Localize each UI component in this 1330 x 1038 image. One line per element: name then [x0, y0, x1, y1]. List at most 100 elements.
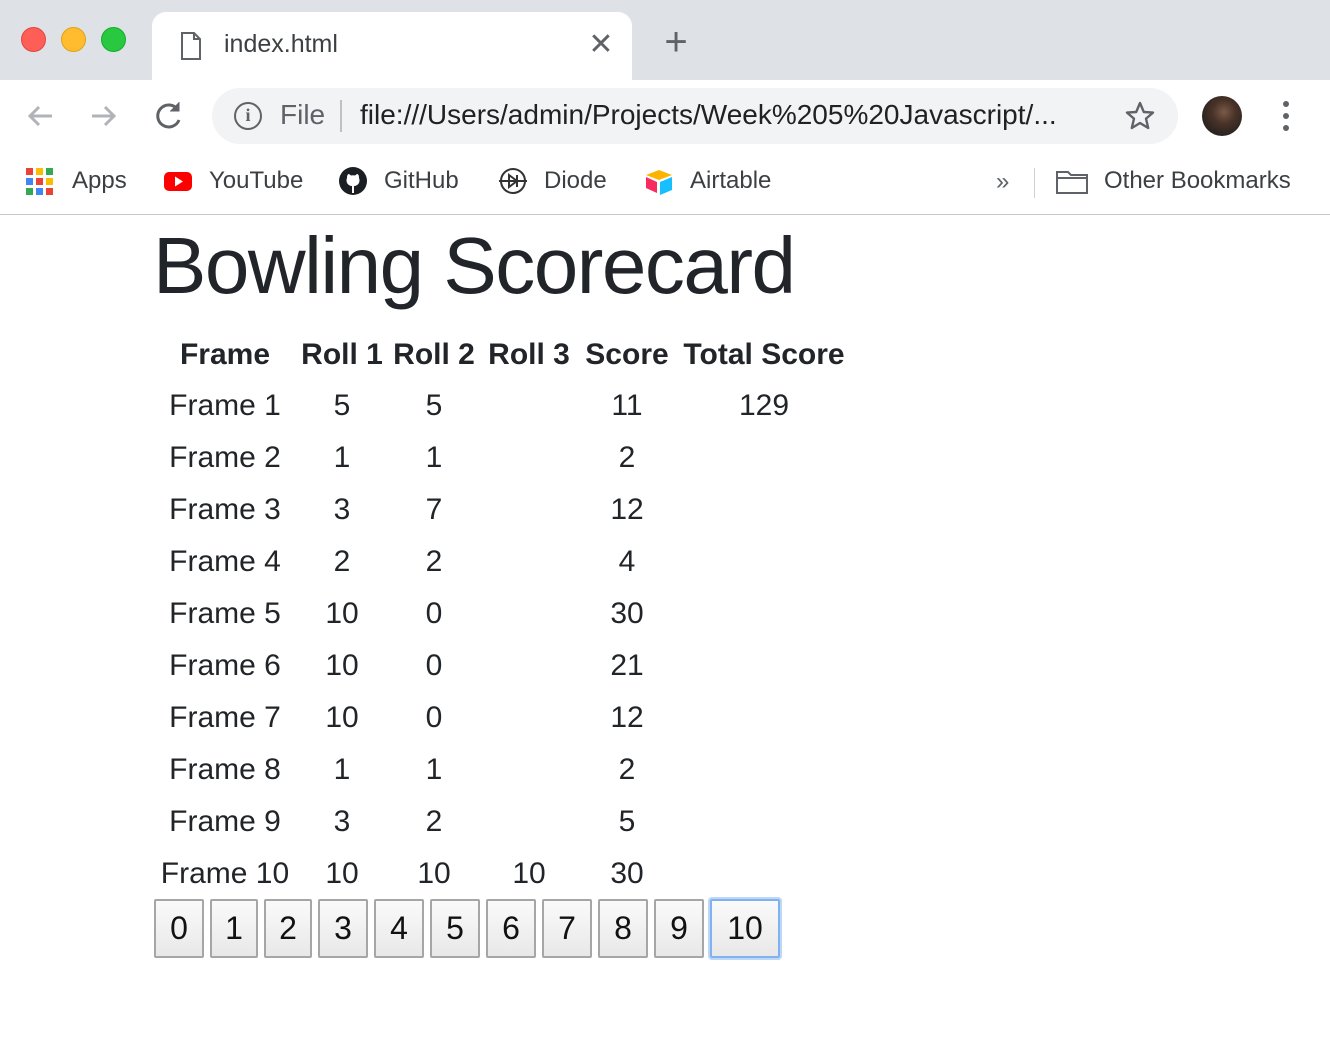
total-score-cell: [676, 432, 852, 484]
bookmark-label: Apps: [72, 167, 127, 194]
frame-cell: Frame 10: [160, 857, 290, 890]
roll-2-cell: 7: [425, 493, 443, 526]
pin-button-3[interactable]: 3: [318, 899, 368, 958]
roll-3-cell: [480, 380, 578, 432]
score-cell: 12: [610, 701, 644, 734]
pin-button-6[interactable]: 6: [486, 899, 536, 958]
bookmark-github[interactable]: GitHub: [338, 164, 459, 198]
info-icon[interactable]: i: [234, 102, 262, 130]
other-bookmarks[interactable]: Other Bookmarks: [1056, 164, 1291, 198]
roll-2-cell: 2: [425, 805, 443, 838]
column-header-roll-3: Roll 3: [488, 338, 570, 371]
bookmark-apps[interactable]: Apps: [26, 164, 127, 198]
frame-cell: Frame 6: [169, 649, 281, 682]
bookmark-youtube[interactable]: YouTube: [163, 164, 303, 198]
frame-cell: Frame 7: [169, 701, 281, 734]
close-tab-icon[interactable]: ✕: [586, 30, 616, 60]
bookmark-diode[interactable]: Diode: [498, 164, 607, 198]
table-row: Frame 9 3 2 5: [154, 796, 852, 848]
pin-button-0[interactable]: 0: [154, 899, 204, 958]
frame-cell: Frame 8: [169, 753, 281, 786]
score-cell: 2: [618, 753, 636, 786]
roll-1-cell: 10: [325, 701, 359, 734]
total-score-cell: [676, 640, 852, 692]
profile-avatar[interactable]: [1202, 96, 1242, 136]
roll-3-cell: [480, 744, 578, 796]
reload-icon[interactable]: [148, 96, 188, 136]
apps-grid-icon: [26, 166, 56, 196]
score-cell: 30: [610, 597, 644, 630]
roll-1-cell: 3: [333, 805, 351, 838]
bookmark-label: Diode: [544, 167, 607, 194]
more-menu-icon[interactable]: [1272, 98, 1300, 134]
column-header-score: Score: [585, 338, 669, 371]
header-row: Frame Roll 1 Roll 2 Roll 3 Score Total Score: [154, 330, 852, 380]
table-row: Frame 3 3 7 12: [154, 484, 852, 536]
roll-3-cell: [480, 588, 578, 640]
pin-button-5[interactable]: 5: [430, 899, 480, 958]
bookmark-star-icon[interactable]: [1124, 100, 1156, 132]
back-arrow-icon[interactable]: [20, 96, 60, 136]
frame-cell: Frame 1: [169, 389, 281, 422]
table-row: Frame 5 10 0 30: [154, 588, 852, 640]
table-row: Frame 8 1 1 2: [154, 744, 852, 796]
tab-index-html[interactable]: index.html ✕: [152, 12, 632, 80]
frame-cell: Frame 5: [169, 597, 281, 630]
column-header-total-score: Total Score: [683, 338, 845, 371]
roll-3-cell: 10: [512, 857, 546, 890]
pin-button-2[interactable]: 2: [264, 899, 312, 958]
table-row: Frame 1 5 5 11 129: [154, 380, 852, 432]
maximize-window-button[interactable]: [101, 27, 126, 52]
column-header-roll-2: Roll 2: [393, 338, 475, 371]
pin-button-10[interactable]: 10: [710, 899, 780, 958]
roll-2-cell: 0: [425, 649, 443, 682]
pin-button-7[interactable]: 7: [542, 899, 592, 958]
forward-arrow-icon[interactable]: [84, 96, 124, 136]
column-header-roll-1: Roll 1: [301, 338, 383, 371]
table-row: Frame 2 1 1 2: [154, 432, 852, 484]
table-row: Frame 10 10 10 10 30: [154, 848, 852, 900]
total-score-cell: [676, 848, 852, 900]
close-window-button[interactable]: [21, 27, 46, 52]
new-tab-button[interactable]: +: [660, 22, 692, 62]
roll-1-cell: 10: [325, 597, 359, 630]
roll-2-cell: 5: [425, 389, 443, 422]
score-cell: 30: [610, 857, 644, 890]
table-row: Frame 4 2 2 4: [154, 536, 852, 588]
bookmarks-bar: Apps YouTube GitHub Diode Airtable » Oth…: [0, 152, 1330, 215]
roll-1-cell: 2: [333, 545, 351, 578]
browser-toolbar: i File file:///Users/admin/Projects/Week…: [0, 80, 1330, 152]
score-cell: 2: [618, 441, 636, 474]
roll-3-cell: [480, 640, 578, 692]
bookmark-airtable[interactable]: Airtable: [644, 164, 771, 198]
total-score-cell: 129: [738, 389, 790, 422]
bookmarks-overflow-icon[interactable]: »: [996, 168, 1009, 196]
roll-2-cell: 1: [425, 753, 443, 786]
pin-button-4[interactable]: 4: [374, 899, 424, 958]
roll-3-cell: [480, 796, 578, 848]
pin-button-9[interactable]: 9: [654, 899, 704, 958]
roll-1-cell: 10: [325, 649, 359, 682]
bookmark-label: GitHub: [384, 167, 459, 194]
roll-1-cell: 1: [333, 753, 351, 786]
column-header-frame: Frame: [179, 338, 271, 371]
frame-cell: Frame 9: [169, 805, 281, 838]
bookmark-label: YouTube: [209, 167, 304, 194]
total-score-cell: [676, 796, 852, 848]
scorecard-table: Frame Roll 1 Roll 2 Roll 3 Score Total Score …: [154, 330, 852, 900]
roll-3-cell: [480, 432, 578, 484]
tab-title: index.html: [224, 30, 338, 58]
scorecard-body: Frame 1 5 5 11 129 Frame 2 1 1 2 Frame 3 3 7 12 Frame…: [154, 380, 852, 900]
score-cell: 5: [618, 805, 636, 838]
total-score-cell: [676, 744, 852, 796]
url-text[interactable]: file:///Users/admin/Projects/Week%205%20…: [360, 99, 1057, 131]
pin-button-8[interactable]: 8: [598, 899, 648, 958]
pin-button-1[interactable]: 1: [210, 899, 258, 958]
frame-cell: Frame 2: [169, 441, 281, 474]
roll-3-cell: [480, 484, 578, 536]
address-bar[interactable]: i File file:///Users/admin/Projects/Week…: [212, 88, 1178, 144]
minimize-window-button[interactable]: [61, 27, 86, 52]
github-icon: [339, 167, 367, 195]
youtube-icon: [164, 172, 192, 191]
frame-cell: Frame 3: [169, 493, 281, 526]
